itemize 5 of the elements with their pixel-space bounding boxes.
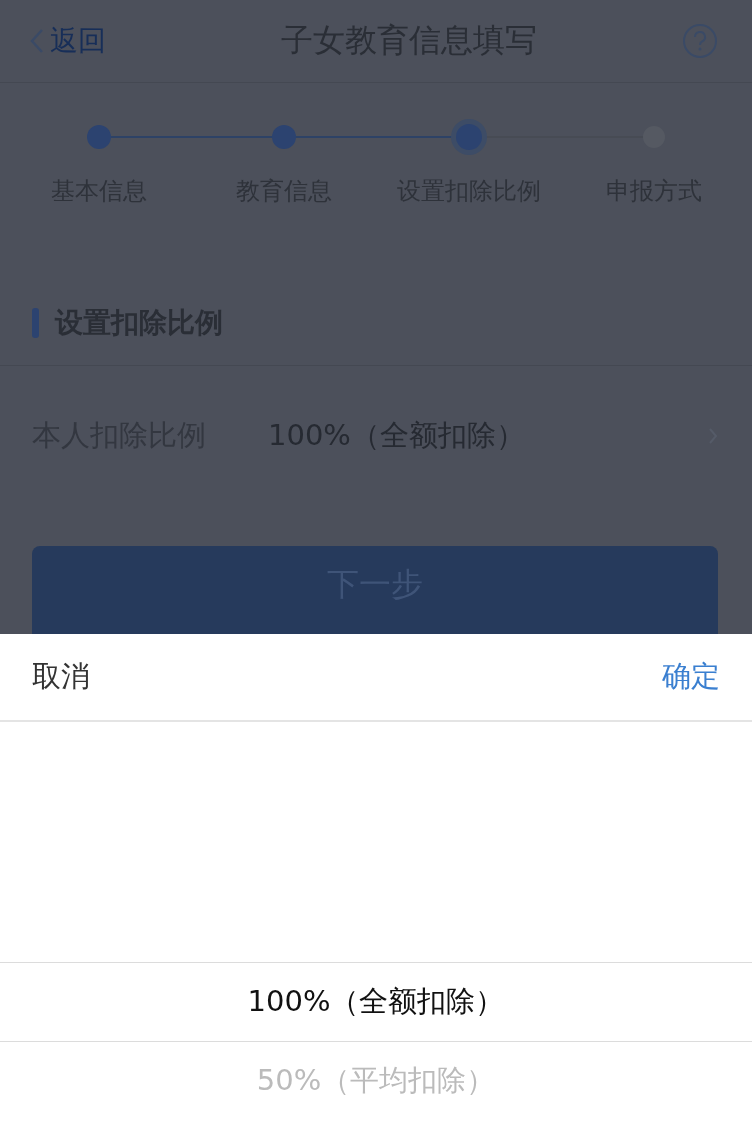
cancel-button[interactable]: 取消 bbox=[32, 657, 90, 697]
section-marker bbox=[32, 308, 39, 338]
picker-option[interactable]: 50%（平均扣除） bbox=[0, 1042, 752, 1120]
picker-option[interactable]: 100%（全额扣除） bbox=[0, 962, 752, 1042]
confirm-button[interactable]: 确定 bbox=[662, 657, 720, 697]
